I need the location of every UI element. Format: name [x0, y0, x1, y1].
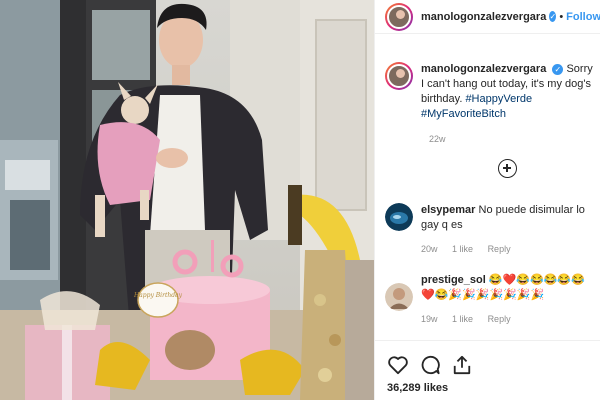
- commenter-avatar[interactable]: [385, 283, 413, 311]
- caption-username[interactable]: manologonzalezvergara: [421, 63, 546, 75]
- comment-username[interactable]: prestige_sol: [421, 274, 486, 286]
- hashtag-myfavoritebitch[interactable]: #MyFavoriteBitch: [421, 108, 506, 120]
- post-photo[interactable]: Happy Birthday: [0, 0, 374, 400]
- comment-1: elsypemar No puede disimular lo gay q es…: [385, 203, 597, 257]
- commenter-avatar[interactable]: [385, 203, 413, 231]
- comment-2: prestige_sol 😂❤️😂😂😂😂😂❤️😂🎉🎉🎉🎉🎉🎉🎉 19w 1 li…: [385, 273, 597, 327]
- author-username[interactable]: manologonzalezvergara: [421, 11, 546, 23]
- comment-username[interactable]: elsypemar: [421, 204, 475, 216]
- comment-likes[interactable]: 1 like: [452, 244, 473, 254]
- share-icon[interactable]: [451, 355, 473, 380]
- dog-head: [121, 96, 149, 124]
- post-side-panel: manologonzalezvergara ✓ • Follow manolog…: [374, 0, 600, 400]
- caption: manologonzalezvergara ✓ Sorry I can't ha…: [385, 62, 597, 122]
- photo-illustration: Happy Birthday: [0, 0, 374, 400]
- cake-sign-text: Happy Birthday: [133, 292, 183, 299]
- verified-icon: ✓: [552, 63, 564, 75]
- comment-likes[interactable]: 1 like: [452, 314, 473, 324]
- author-avatar[interactable]: [385, 2, 413, 31]
- add-comment-icon[interactable]: [498, 159, 517, 178]
- caption-age: 22w: [429, 134, 446, 144]
- like-count[interactable]: 36,289 likes: [387, 382, 448, 394]
- comment-meta: 20w 1 like Reply: [421, 242, 597, 257]
- comment-content: elsypemar No puede disimular lo gay q es…: [421, 203, 597, 257]
- post-header: manologonzalezvergara ✓ • Follow: [375, 0, 600, 34]
- action-bar: 36,289 likes: [375, 340, 600, 400]
- comment-age: 19w: [421, 314, 438, 324]
- cake-sign: [137, 282, 179, 318]
- dog-sweater: [97, 122, 160, 205]
- comment-content: prestige_sol 😂❤️😂😂😂😂😂❤️😂🎉🎉🎉🎉🎉🎉🎉 19w 1 li…: [421, 273, 597, 327]
- verified-icon: ✓: [549, 11, 557, 22]
- comment-icon[interactable]: [419, 355, 441, 380]
- separator-dot: •: [559, 10, 564, 23]
- champagne-bottle: [288, 185, 302, 245]
- reply-button[interactable]: Reply: [488, 314, 511, 324]
- dog-figurine: [165, 330, 215, 370]
- hashtag-happyverde[interactable]: #HappyVerde: [465, 93, 532, 105]
- caption-text: manologonzalezvergara ✓ Sorry I can't ha…: [421, 62, 597, 122]
- comment-age: 20w: [421, 244, 438, 254]
- comment-meta: 19w 1 like Reply: [421, 312, 597, 327]
- caption-avatar[interactable]: [385, 62, 413, 90]
- heart-icon[interactable]: [387, 355, 409, 380]
- reply-button[interactable]: Reply: [488, 244, 511, 254]
- follow-button[interactable]: Follow: [566, 11, 600, 23]
